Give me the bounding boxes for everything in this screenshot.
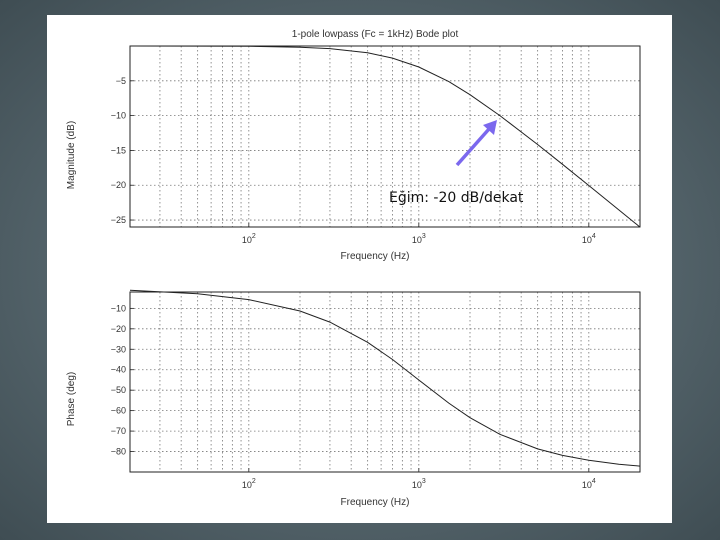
magnitude-plot-area [130,46,640,227]
phase-ytick-label: −30 [111,344,126,354]
phase-xtick-label: 104 [582,478,596,490]
magnitude-xlabel: Frequency (Hz) [341,251,410,262]
phase-plot: −10 −20 −30 −40 −50 −60 −70 −80 102 103 104 [111,289,641,490]
phase-ytick-label: −20 [111,324,126,334]
magnitude-ytick-label: −5 [116,76,126,86]
magnitude-plot: −5 −10 −15 −20 −25 102 103 104 [111,45,641,245]
phase-plot-area [130,292,640,472]
phase-ytick-label: −60 [111,406,126,416]
phase-ytick-label: −40 [111,365,126,375]
phase-ylabel: Phase (deg) [66,372,77,426]
magnitude-ytick-label: −25 [111,215,126,225]
magnitude-ylabel: Magnitude (dB) [66,121,77,189]
magnitude-ytick-label: −20 [111,180,126,190]
magnitude-ytick-label: −15 [111,145,126,155]
phase-xlabel: Frequency (Hz) [341,497,410,508]
chart-title: 1-pole lowpass (Fc = 1kHz) Bode plot [292,29,459,40]
phase-xtick-label: 102 [242,478,256,490]
magnitude-xtick-label: 102 [242,233,256,245]
phase-xtick-label: 103 [412,478,426,490]
bode-plot-figure: 1-pole lowpass (Fc = 1kHz) Bode plot −5−… [66,29,641,508]
phase-ytick-label: −70 [111,426,126,436]
magnitude-xtick-label: 103 [412,233,426,245]
phase-ytick-label: −10 [111,303,126,313]
slope-annotation: Eğim: -20 dB/dekat [389,190,524,206]
phase-ytick-label: −80 [111,447,126,457]
magnitude-xtick-label: 104 [582,233,596,245]
magnitude-ytick-label: −10 [111,111,126,121]
slide: 1-pole lowpass (Fc = 1kHz) Bode plot −5−… [47,15,672,523]
phase-ytick-label: −50 [111,385,126,395]
